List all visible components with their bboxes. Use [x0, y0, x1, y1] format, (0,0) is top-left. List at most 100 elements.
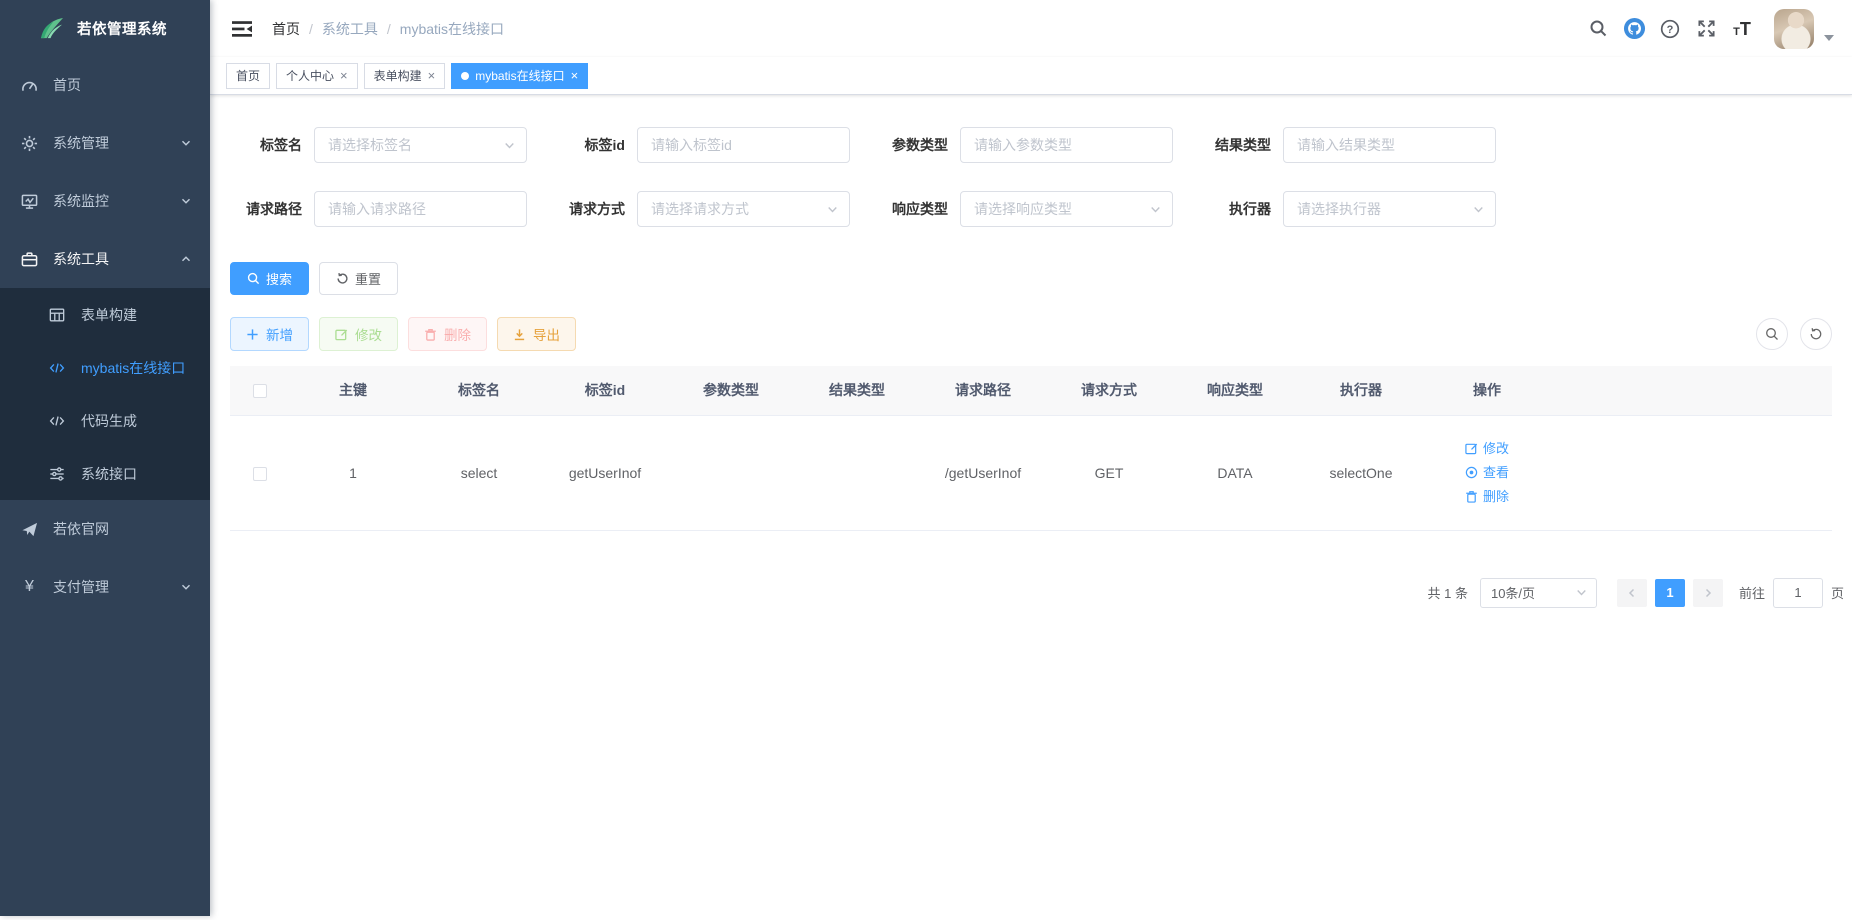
sidebar-item-code-generation[interactable]: 代码生成 — [0, 394, 210, 447]
sidebar-item-system-monitor[interactable]: 系统监控 — [0, 172, 210, 230]
sidebar-item-system-api[interactable]: 系统接口 — [0, 447, 210, 500]
header-search-button[interactable] — [1580, 11, 1616, 47]
sidebar-item-system-management[interactable]: 系统管理 — [0, 114, 210, 172]
executor-select-input[interactable] — [1297, 201, 1472, 217]
search-button[interactable]: 搜索 — [230, 262, 309, 295]
tab-profile[interactable]: 个人中心 × — [276, 63, 358, 89]
sidebar-item-label: 系统监控 — [53, 191, 109, 211]
sidebar-item-ruoyi-website[interactable]: 若依官网 — [0, 500, 210, 558]
tab-label: 个人中心 — [286, 67, 334, 84]
github-link-button[interactable] — [1616, 11, 1652, 47]
sidebar-item-payment-management[interactable]: ¥ 支付管理 — [0, 558, 210, 616]
goto-page-input[interactable] — [1773, 578, 1823, 608]
field-label: 执行器 — [1199, 199, 1283, 219]
sidebar-item-mybatis-online-api[interactable]: mybatis在线接口 — [0, 341, 210, 394]
plus-icon — [246, 328, 259, 341]
sidebar-item-label: 首页 — [53, 75, 81, 95]
tab-mybatis-online-api[interactable]: mybatis在线接口 × — [451, 63, 588, 89]
next-page-button[interactable] — [1693, 579, 1723, 607]
svg-text:?: ? — [1667, 24, 1674, 36]
page-size-select[interactable]: 10条/页 — [1480, 578, 1597, 608]
help-icon: ? — [1660, 19, 1680, 39]
active-tab-dot — [461, 72, 469, 80]
row-checkbox[interactable] — [253, 467, 267, 481]
breadcrumb-separator: / — [309, 21, 313, 37]
result-type-field[interactable] — [1283, 127, 1496, 163]
close-icon[interactable]: × — [571, 68, 579, 83]
edit-button[interactable]: 修改 — [319, 317, 398, 351]
tab-label: 表单构建 — [374, 67, 422, 84]
user-menu[interactable] — [1774, 9, 1838, 49]
tag-id-input[interactable] — [651, 137, 839, 153]
column-header: 标签id — [542, 366, 668, 415]
chevron-down-icon — [826, 203, 839, 216]
help-button[interactable]: ? — [1652, 11, 1688, 47]
delete-button[interactable]: 删除 — [408, 317, 487, 351]
request-method-select[interactable] — [637, 191, 850, 227]
reset-button[interactable]: 重置 — [319, 262, 398, 295]
row-view-link[interactable]: 查看 — [1465, 462, 1509, 484]
row-delete-label: 删除 — [1483, 486, 1509, 508]
top-navbar: 首页 / 系统工具 / mybatis在线接口 — [210, 0, 1852, 57]
tag-id-field[interactable] — [637, 127, 850, 163]
row-view-label: 查看 — [1483, 462, 1509, 484]
column-header: 标签名 — [416, 366, 542, 415]
system-tools-submenu: 表单构建 mybatis在线接口 代码生成 — [0, 288, 210, 500]
request-method-select-input[interactable] — [651, 201, 826, 217]
export-button[interactable]: 导出 — [497, 317, 576, 351]
tags-view-bar: 首页 个人中心 × 表单构建 × mybatis在线接口 × — [210, 57, 1852, 95]
param-type-field[interactable] — [960, 127, 1173, 163]
column-header: 结果类型 — [794, 366, 920, 415]
field-label: 参数类型 — [876, 135, 960, 155]
response-type-select-input[interactable] — [974, 201, 1149, 217]
search-icon — [1589, 19, 1608, 38]
app-logo[interactable]: 若依管理系统 — [0, 0, 210, 56]
close-icon[interactable]: × — [428, 68, 436, 83]
gear-icon — [21, 135, 38, 152]
breadcrumb-home[interactable]: 首页 — [272, 19, 300, 39]
sidebar-item-label: mybatis在线接口 — [81, 358, 185, 378]
sidebar-item-label: 支付管理 — [53, 577, 109, 597]
result-type-input[interactable] — [1297, 137, 1485, 153]
tab-form-builder[interactable]: 表单构建 × — [364, 63, 446, 89]
reset-button-label: 重置 — [355, 269, 381, 288]
sidebar-item-system-tools[interactable]: 系统工具 — [0, 230, 210, 288]
breadcrumb-system-tools[interactable]: 系统工具 — [322, 19, 378, 39]
row-edit-link[interactable]: 修改 — [1465, 438, 1509, 460]
sidebar-item-form-builder[interactable]: 表单构建 — [0, 288, 210, 341]
close-icon[interactable]: × — [340, 68, 348, 83]
toggle-search-button[interactable] — [1756, 318, 1788, 350]
font-size-button[interactable]: TT — [1724, 11, 1760, 47]
row-delete-link[interactable]: 删除 — [1465, 486, 1509, 508]
request-path-field[interactable] — [314, 191, 527, 227]
query-form: 标签名 标签id 参数类型 — [230, 111, 1832, 295]
table-row[interactable]: 1 select getUserInof /getUserInof GET DA… — [230, 415, 1832, 530]
sidebar-toggle-button[interactable] — [228, 16, 256, 42]
goto-label: 前往 — [1739, 583, 1765, 602]
refresh-table-button[interactable] — [1800, 318, 1832, 350]
fullscreen-button[interactable] — [1688, 11, 1724, 47]
page-1-button[interactable]: 1 — [1655, 579, 1685, 607]
tab-label: 首页 — [236, 67, 260, 84]
column-header: 主键 — [290, 366, 416, 415]
tag-name-select[interactable] — [314, 127, 527, 163]
tab-home[interactable]: 首页 — [226, 63, 270, 89]
field-label: 结果类型 — [1199, 135, 1283, 155]
request-path-input[interactable] — [328, 201, 516, 217]
row-actions: 修改 查看 — [1424, 437, 1550, 509]
executor-select[interactable] — [1283, 191, 1496, 227]
select-all-checkbox[interactable] — [253, 384, 267, 398]
sidebar-item-home[interactable]: 首页 — [0, 56, 210, 114]
fullscreen-icon — [1697, 19, 1716, 38]
avatar[interactable] — [1774, 9, 1814, 49]
param-type-input[interactable] — [974, 137, 1162, 153]
cell-request-method: GET — [1046, 415, 1172, 530]
prev-page-button[interactable] — [1617, 579, 1647, 607]
add-button[interactable]: 新增 — [230, 317, 309, 351]
chevron-down-icon — [180, 137, 192, 149]
column-header: 响应类型 — [1172, 366, 1298, 415]
search-icon — [247, 272, 260, 285]
delete-button-label: 删除 — [444, 324, 471, 344]
response-type-select[interactable] — [960, 191, 1173, 227]
tag-name-select-input[interactable] — [328, 137, 503, 153]
